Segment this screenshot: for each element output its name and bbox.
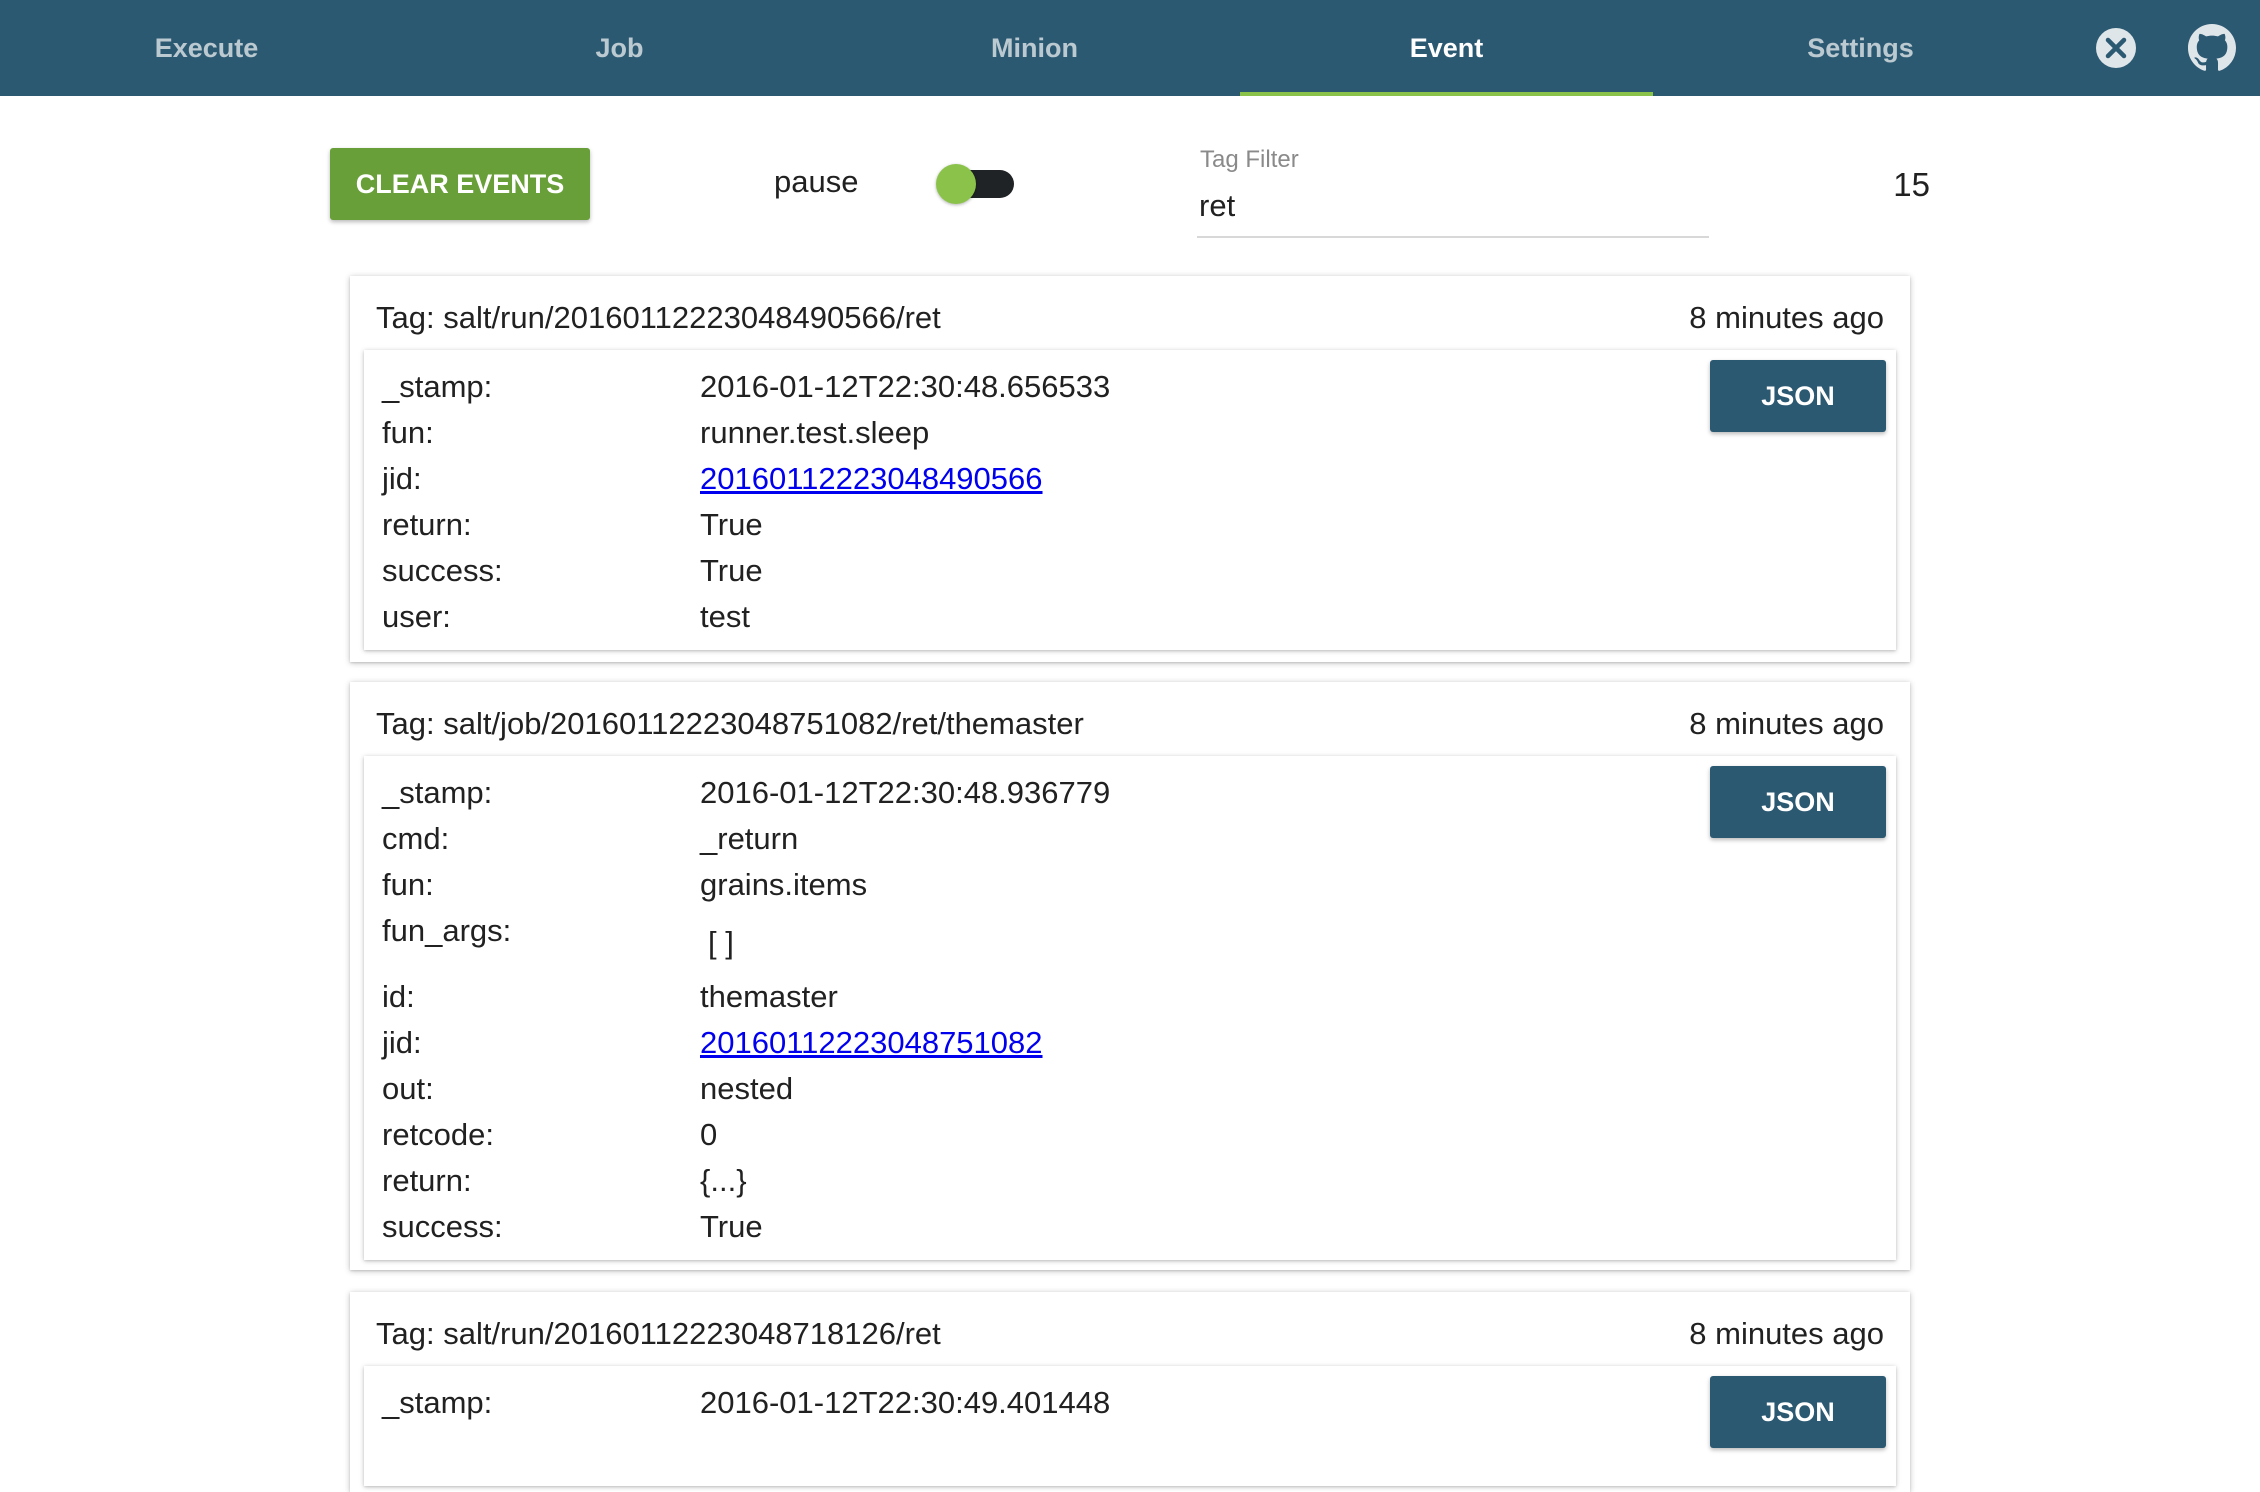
field-row: retcode: 0 [382, 1112, 1896, 1158]
event-time: 8 minutes ago [1689, 300, 1884, 335]
field-key: _stamp: [382, 369, 493, 404]
field-value: [ ] [708, 925, 734, 960]
tab-execute[interactable]: Execute [0, 0, 413, 96]
field-value: nested [700, 1071, 794, 1106]
pause-toggle-knob [936, 164, 976, 204]
event-card-header: Tag: salt/run/20160112223048490566/ret 8… [350, 276, 1910, 350]
field-value: runner.test.sleep [700, 415, 930, 450]
event-tag: Tag: salt/job/20160112223048751082/ret/t… [376, 706, 1084, 741]
event-fields-panel: JSON _stamp: 2016-01-12T22:30:48.936779 c… [364, 756, 1896, 1260]
field-key: user: [382, 599, 451, 634]
event-card-header: Tag: salt/run/20160112223048718126/ret 8… [350, 1292, 1910, 1366]
field-value: test [700, 599, 750, 634]
field-key: fun_args: [382, 913, 512, 948]
field-row: user: test [382, 594, 1896, 640]
field-row: cmd: _return [382, 816, 1896, 862]
field-value: 0 [700, 1117, 718, 1152]
field-row: jid: 20160112223048751082 [382, 1020, 1896, 1066]
event-tag: Tag: salt/run/20160112223048490566/ret [376, 300, 941, 335]
field-key: jid: [382, 1025, 422, 1060]
field-value: 2016-01-12T22:30:48.936779 [700, 775, 1111, 810]
field-row: return: {...} [382, 1158, 1896, 1204]
event-fields-panel: JSON _stamp: 2016-01-12T22:30:48.656533 f… [364, 350, 1896, 650]
event-card: Tag: salt/run/20160112223048490566/ret 8… [350, 276, 1910, 662]
pause-toggle[interactable] [934, 160, 1018, 204]
tag-filter-input[interactable] [1197, 184, 1709, 238]
tab-settings[interactable]: Settings [1654, 0, 2067, 96]
field-row: out: nested [382, 1066, 1896, 1112]
event-card: Tag: salt/job/20160112223048751082/ret/t… [350, 682, 1910, 1270]
field-value: True [700, 507, 763, 542]
event-count: 15 [1893, 166, 1930, 203]
field-value: 2016-01-12T22:30:49.401448 [700, 1385, 1111, 1420]
field-value: _return [700, 821, 799, 856]
field-row: _stamp: 2016-01-12T22:30:48.656533 [382, 364, 1896, 410]
field-key: return: [382, 507, 472, 542]
field-key: out: [382, 1071, 434, 1106]
field-row: fun: runner.test.sleep [382, 410, 1896, 456]
field-row: fun: grains.items [382, 862, 1896, 908]
field-row: jid: 20160112223048490566 [382, 456, 1896, 502]
clear-events-button[interactable]: CLEAR EVENTS [330, 148, 590, 220]
field-key: id: [382, 979, 415, 1014]
tab-event[interactable]: Event [1240, 0, 1653, 96]
event-fields-panel: JSON _stamp: 2016-01-12T22:30:49.401448 [364, 1366, 1896, 1486]
field-key: retcode: [382, 1117, 495, 1152]
event-tag: Tag: salt/run/20160112223048718126/ret [376, 1316, 941, 1351]
jid-link[interactable]: 20160112223048751082 [700, 1020, 1043, 1066]
field-value: True [700, 1209, 763, 1244]
event-time: 8 minutes ago [1689, 706, 1884, 741]
field-row: _stamp: 2016-01-12T22:30:49.401448 [382, 1380, 1896, 1426]
field-row: success: True [382, 1204, 1896, 1250]
tab-minion[interactable]: Minion [828, 0, 1241, 96]
field-key: fun: [382, 415, 434, 450]
field-value: {...} [700, 1163, 747, 1198]
tag-filter-label: Tag Filter [1200, 146, 1299, 173]
field-key: fun: [382, 867, 434, 902]
field-key: success: [382, 553, 503, 588]
field-key: _stamp: [382, 775, 493, 810]
field-row: fun_args: [ ] [382, 908, 1896, 974]
top-nav-bar: Execute Job Minion Event Settings [0, 0, 2260, 96]
field-value: 2016-01-12T22:30:48.656533 [700, 369, 1111, 404]
field-key: return: [382, 1163, 472, 1198]
github-icon[interactable] [2186, 24, 2238, 72]
field-key: jid: [382, 461, 422, 496]
jid-link[interactable]: 20160112223048490566 [700, 456, 1043, 502]
event-card-header: Tag: salt/job/20160112223048751082/ret/t… [350, 682, 1910, 756]
field-key: success: [382, 1209, 503, 1244]
field-value: themaster [700, 979, 838, 1014]
close-circle-icon[interactable] [2092, 24, 2140, 72]
field-row: success: True [382, 548, 1896, 594]
tab-job[interactable]: Job [413, 0, 826, 96]
event-card: Tag: salt/run/20160112223048718126/ret 8… [350, 1292, 1910, 1492]
field-row: _stamp: 2016-01-12T22:30:48.936779 [382, 770, 1896, 816]
field-key: cmd: [382, 821, 450, 856]
field-row: id: themaster [382, 974, 1896, 1020]
field-key: _stamp: [382, 1385, 493, 1420]
field-value: grains.items [700, 867, 868, 902]
pause-label: pause [774, 164, 859, 199]
event-time: 8 minutes ago [1689, 1316, 1884, 1351]
field-row: return: True [382, 502, 1896, 548]
field-value: True [700, 553, 763, 588]
